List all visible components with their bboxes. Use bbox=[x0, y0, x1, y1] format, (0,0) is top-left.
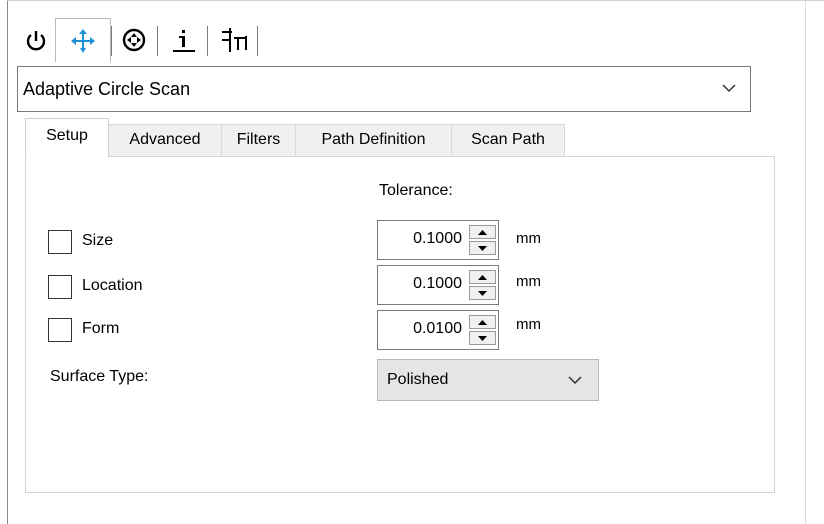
caret-up-icon bbox=[478, 319, 487, 325]
tab-separator bbox=[207, 26, 208, 56]
surface-type-value: Polished bbox=[387, 371, 449, 388]
tab-power[interactable] bbox=[20, 18, 52, 62]
location-tolerance-value: 0.1000 bbox=[413, 275, 462, 292]
probe-type-value: Adaptive Circle Scan bbox=[23, 79, 191, 99]
size-checkbox[interactable] bbox=[48, 230, 72, 254]
window-frame-left bbox=[7, 0, 8, 524]
tab-info[interactable] bbox=[162, 18, 206, 62]
caret-down-icon bbox=[478, 290, 487, 296]
surface-type-dropdown[interactable]: Polished bbox=[377, 359, 599, 401]
power-icon bbox=[26, 31, 46, 51]
tab-scan-path[interactable]: Scan Path bbox=[451, 124, 565, 156]
tolerance-label: Tolerance: bbox=[379, 182, 453, 199]
tab-separator bbox=[157, 26, 158, 56]
caret-down-icon bbox=[478, 335, 487, 341]
chevron-down-icon bbox=[722, 84, 736, 93]
scroll-area-divider bbox=[805, 0, 806, 524]
increment-button[interactable] bbox=[469, 315, 496, 329]
location-checkbox[interactable] bbox=[48, 275, 72, 299]
form-unit: mm bbox=[516, 316, 541, 333]
move-arrows-icon bbox=[71, 28, 95, 53]
tab-advanced[interactable]: Advanced bbox=[108, 124, 222, 156]
spin-buttons bbox=[469, 315, 496, 345]
tab-setup[interactable]: Setup bbox=[25, 118, 109, 157]
chevron-down-icon bbox=[568, 376, 582, 385]
info-icon bbox=[173, 30, 195, 52]
tab-move[interactable] bbox=[55, 18, 111, 62]
tab-path-definition[interactable]: Path Definition bbox=[295, 124, 452, 156]
probe-type-dropdown[interactable]: Adaptive Circle Scan bbox=[17, 66, 751, 112]
size-unit: mm bbox=[516, 230, 541, 247]
decrement-button[interactable] bbox=[469, 331, 496, 345]
window-frame-top bbox=[7, 0, 824, 1]
form-tolerance-stepper[interactable]: 0.0100 bbox=[377, 310, 499, 350]
form-label: Form bbox=[82, 320, 120, 337]
size-tolerance-stepper[interactable]: 0.1000 bbox=[377, 220, 499, 260]
location-unit: mm bbox=[516, 273, 541, 290]
surface-type-label: Surface Type: bbox=[50, 368, 149, 385]
form-tolerance-value: 0.0100 bbox=[413, 320, 462, 337]
caret-up-icon bbox=[478, 229, 487, 235]
size-tolerance-value: 0.1000 bbox=[413, 230, 462, 247]
decrement-button[interactable] bbox=[469, 241, 496, 255]
location-tolerance-stepper[interactable]: 0.1000 bbox=[377, 265, 499, 305]
location-label: Location bbox=[82, 277, 143, 294]
tab-separator bbox=[257, 26, 258, 56]
caret-up-icon bbox=[478, 274, 487, 280]
size-label: Size bbox=[82, 232, 114, 249]
spin-buttons bbox=[469, 225, 496, 255]
decrement-button[interactable] bbox=[469, 286, 496, 300]
tab-hierarchy[interactable] bbox=[212, 18, 256, 62]
tab-filters[interactable]: Filters bbox=[221, 124, 296, 156]
tab-separator bbox=[111, 26, 112, 56]
increment-button[interactable] bbox=[469, 225, 496, 239]
circle-scan-icon bbox=[122, 28, 146, 52]
caret-down-icon bbox=[478, 245, 487, 251]
tab-circle-scan[interactable] bbox=[114, 18, 154, 62]
increment-button[interactable] bbox=[469, 270, 496, 284]
form-checkbox[interactable] bbox=[48, 318, 72, 342]
hierarchy-icon bbox=[222, 28, 247, 52]
spin-buttons bbox=[469, 270, 496, 300]
